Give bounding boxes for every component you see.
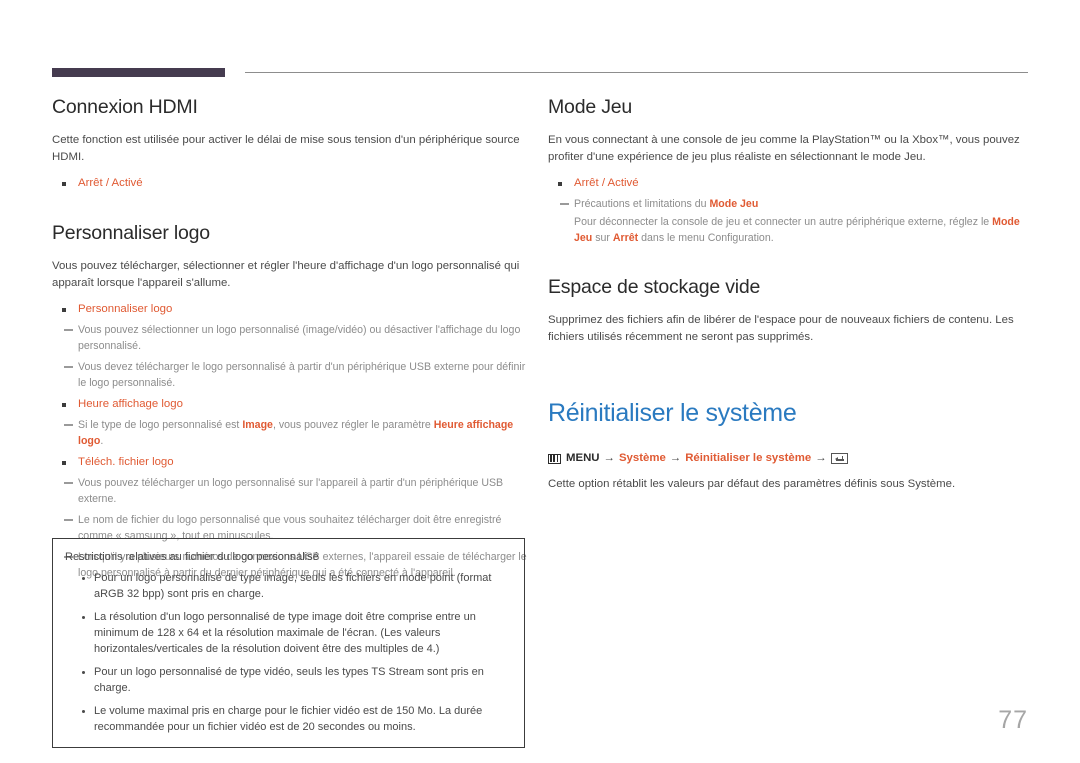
note-precautions-body: Pour déconnecter la console de jeu et co… <box>548 214 1028 246</box>
header-accent-block <box>52 68 225 77</box>
note-text-a: Pour déconnecter la console de jeu et co… <box>574 216 993 228</box>
restrictions-box: Restrictions relatives au fichier du log… <box>52 538 525 748</box>
path-item-reinitialiser[interactable]: Réinitialiser le système <box>685 450 811 467</box>
path-item-systeme[interactable]: Système <box>619 450 666 467</box>
option-item[interactable]: Heure affichage logo <box>52 396 529 413</box>
list-item: Pour un logo personnalisé de type image,… <box>63 570 512 602</box>
paragraph-espace-stockage-vide: Supprimez des fichiers afin de libérer d… <box>548 314 1014 343</box>
options-personnaliser-logo: Personnaliser logo <box>52 301 529 318</box>
note-highlight-image: Image <box>242 419 273 431</box>
list-item: Pour un logo personnalisé de type vidéo,… <box>63 664 512 696</box>
paragraph-personnaliser-logo: Vous pouvez télécharger, sélectionner et… <box>52 260 520 289</box>
arrow-icon: → <box>603 452 615 464</box>
page-number: 77 <box>998 706 1028 734</box>
arrow-icon: → <box>815 452 827 464</box>
paragraph-mode-jeu: En vous connectant à une console de jeu … <box>548 134 1020 163</box>
heading-connexion-hdmi: Connexion HDMI <box>52 96 198 118</box>
options-connexion-hdmi: Arrêt / Activé <box>52 175 529 192</box>
heading-personnaliser-logo: Personnaliser logo <box>52 222 210 244</box>
note-prefix: Précautions et limitations du <box>574 198 710 210</box>
note-item: Vous pouvez sélectionner un logo personn… <box>52 322 529 354</box>
heading-espace-stockage-vide: Espace de stockage vide <box>548 276 761 298</box>
note-highlight-arret: Arrêt <box>612 232 639 244</box>
note-highlight-mode-jeu: Mode Jeu <box>709 198 759 210</box>
heading-mode-jeu: Mode Jeu <box>548 96 633 118</box>
option-item[interactable]: Arrêt / Activé <box>52 175 529 192</box>
heading-reinitialiser-le-systeme: Réinitialiser le système <box>548 399 797 427</box>
note-text-c: dans le menu Configuration. <box>638 232 774 244</box>
restrictions-list: Pour un logo personnalisé de type image,… <box>63 570 512 735</box>
options-telech-fichier-logo: Téléch. fichier logo <box>52 454 529 471</box>
option-item[interactable]: Arrêt / Activé <box>548 175 1028 192</box>
note-text-b: sur <box>592 232 613 244</box>
note-item: Vous pouvez télécharger un logo personna… <box>52 475 529 507</box>
paragraph-reinitialiser: Cette option rétablit les valeurs par dé… <box>548 478 956 490</box>
menu-icon <box>548 453 561 464</box>
option-item[interactable]: Téléch. fichier logo <box>52 454 529 471</box>
options-heure-affichage-logo: Heure affichage logo <box>52 396 529 413</box>
note-mid: , vous pouvez régler le paramètre <box>272 419 434 431</box>
header-thin-line <box>245 72 1028 73</box>
note-item-rich: Si le type de logo personnalisé est Imag… <box>52 417 529 449</box>
header-rule <box>52 68 1028 78</box>
note-item: Vous devez télécharger le logo personnal… <box>52 359 529 391</box>
option-item[interactable]: Personnaliser logo <box>52 301 529 318</box>
left-column: Connexion HDMI Cette fonction est utilis… <box>52 96 529 586</box>
paragraph-connexion-hdmi: Cette fonction est utilisée pour activer… <box>52 134 520 163</box>
right-column: Mode Jeu En vous connectant à une consol… <box>548 96 1028 502</box>
enter-key-icon <box>830 453 848 464</box>
list-item: La résolution d'un logo personnalisé de … <box>63 609 512 657</box>
options-mode-jeu: Arrêt / Activé <box>548 175 1028 192</box>
arrow-icon: → <box>669 452 682 464</box>
restrictions-box-title: Restrictions relatives au fichier du log… <box>65 551 319 563</box>
note-suffix: . <box>100 435 104 447</box>
menu-label: MENU <box>566 452 600 464</box>
list-item: Le volume maximal pris en charge pour le… <box>63 703 512 735</box>
note-prefix: Si le type de logo personnalisé est <box>78 419 243 431</box>
note-precautions-title: Précautions et limitations du Mode Jeu <box>548 196 1028 212</box>
menu-path: MENU → Système → Réinitialiser le systèm… <box>548 450 1028 467</box>
